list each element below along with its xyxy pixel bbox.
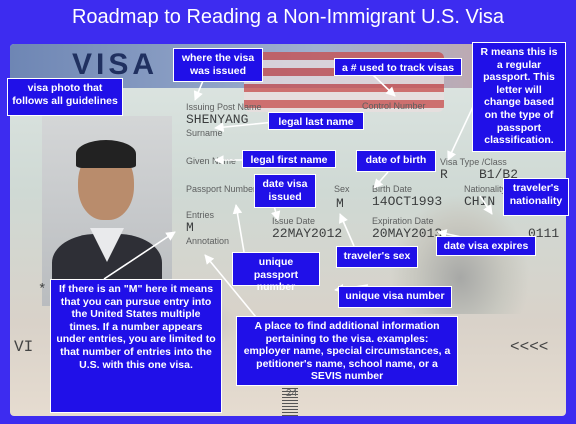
expiration-date-label: Expiration Date	[372, 216, 434, 226]
nationality-value: CHIN	[464, 194, 496, 209]
traveler-photo	[42, 116, 172, 306]
callout-last-name: legal last name	[268, 112, 364, 130]
callout-entries: If there is an "M" here it means that yo…	[50, 279, 222, 413]
birth-date-value: 14OCT1993	[372, 194, 443, 209]
surname-label: Surname	[186, 128, 223, 138]
entries-value: M	[186, 220, 194, 235]
barcode-digits: 24	[286, 388, 298, 399]
page-title: Roadmap to Reading a Non-Immigrant U.S. …	[71, 6, 505, 28]
given-name-label: Given Name	[186, 156, 237, 166]
issuing-post-label: Issuing Post Name	[186, 102, 262, 112]
star-mark: *	[38, 282, 47, 298]
callout-control-number: a # used to track visas	[334, 58, 462, 76]
visa-type-label: Visa Type /Class	[440, 157, 507, 167]
visa-word: VISA	[72, 48, 159, 81]
callout-first-name: legal first name	[242, 150, 336, 168]
issue-date-value: 22MAY2012	[272, 226, 343, 241]
callout-annotation: A place to find additional information p…	[236, 316, 458, 386]
sex-value: M	[336, 196, 344, 211]
callout-visa-type: R means this is a regular passport. This…	[472, 42, 566, 152]
issue-date-label: Issue Date	[272, 216, 316, 226]
control-number-label: Control Number	[362, 101, 426, 111]
passport-number-label: Passport Number	[186, 184, 257, 194]
callout-date-issued: date visa issued	[254, 174, 316, 208]
callout-date-of-birth: date of birth	[356, 150, 436, 172]
mrz-left: VI	[14, 338, 34, 356]
callout-expires: date visa expires	[436, 236, 536, 256]
sex-label: Sex	[334, 184, 350, 194]
callout-visa-number: unique visa number	[338, 286, 452, 308]
issuing-post-value: SHENYANG	[186, 112, 249, 127]
nationality-label: Nationality	[464, 184, 507, 194]
callout-photo: visa photo that follows all guidelines	[7, 78, 123, 116]
annotation-label: Annotation	[186, 236, 230, 246]
mrz-right: <<<<	[510, 338, 549, 356]
entries-label: Entries	[186, 210, 215, 220]
callout-issued-where: where the visa was issued	[173, 48, 263, 82]
callout-nationality: traveler's nationality	[503, 178, 569, 216]
callout-passport-number: unique passport number	[232, 252, 320, 293]
callout-sex: traveler's sex	[336, 246, 418, 268]
photo-hair	[76, 140, 136, 168]
birth-date-label: Birth Date	[372, 184, 413, 194]
expiration-date-value: 20MAY2013	[372, 226, 443, 241]
